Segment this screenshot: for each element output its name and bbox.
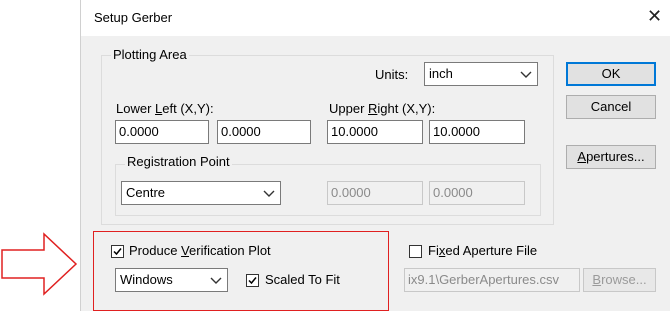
upper-right-y-input[interactable]: 10.0000 [429,120,525,144]
units-label: Units: [375,67,409,82]
fixed-aperture-label: Fixed Aperture File [428,243,538,258]
registration-point-value: Centre [126,185,166,200]
fixed-aperture-path-input[interactable]: ix9.1\GerberApertures.csv [404,268,580,292]
units-value: inch [429,66,453,81]
upper-right-x-input[interactable]: 10.0000 [327,120,423,144]
chevron-down-icon [520,71,532,78]
highlight-box [93,231,389,311]
apertures-button[interactable]: Apertures... [566,145,656,169]
close-icon[interactable]: ✕ [647,7,662,25]
upper-right-label: Upper Right (X,Y): [329,101,436,116]
registration-x-input[interactable]: 0.0000 [327,181,423,205]
plotting-area-legend: Plotting Area [111,47,189,62]
lower-left-label: Lower Left (X,Y): [116,101,214,116]
registration-y-input[interactable]: 0.0000 [429,181,525,205]
lower-left-x-input[interactable]: 0.0000 [115,120,209,144]
registration-point-legend: Registration Point [125,154,232,169]
ok-button[interactable]: OK [566,62,656,86]
lower-left-y-input[interactable]: 0.0000 [217,120,311,144]
registration-point-select[interactable]: Centre [121,181,281,205]
browse-button[interactable]: Browse... [583,268,656,292]
title-bar: Setup Gerber ✕ [81,0,670,36]
fixed-aperture-checkbox[interactable] [409,245,422,258]
setup-gerber-dialog: Setup Gerber ✕ Plotting Area Units: inch… [80,0,670,311]
dialog-title: Setup Gerber [94,10,173,25]
chevron-down-icon [263,190,275,197]
arrow-right-icon [1,232,78,296]
units-select[interactable]: inch [424,62,538,86]
cancel-button[interactable]: Cancel [566,95,656,119]
